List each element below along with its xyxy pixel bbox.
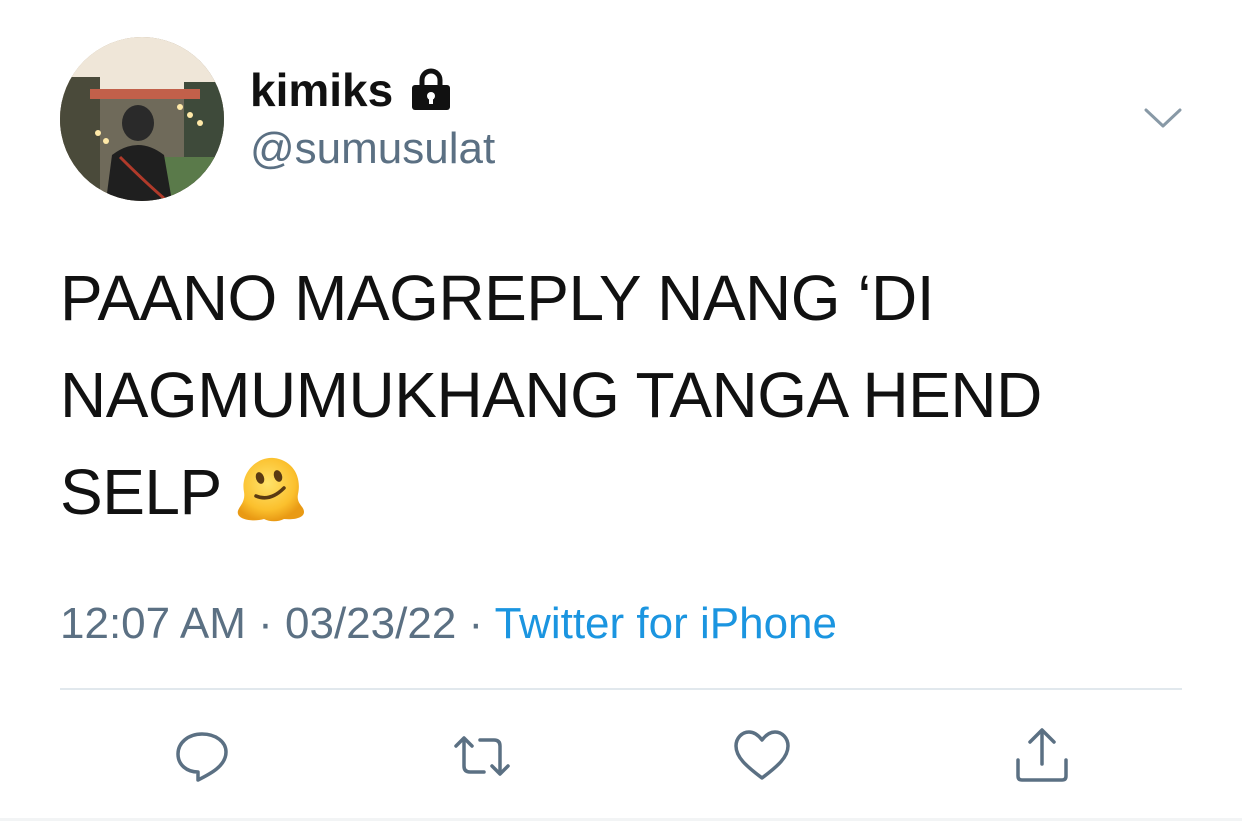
share-button[interactable] [1012,726,1072,786]
chevron-down-icon[interactable] [1142,104,1184,132]
retweet-button[interactable] [452,726,512,786]
tweet-source-link[interactable]: Twitter for iPhone [495,599,837,648]
meta-separator: · [245,599,286,648]
meta-separator: · [456,599,495,648]
tweet-text-line: NAGMUMUKHANG TANGA HEND [60,359,1042,431]
reply-button[interactable] [172,726,232,786]
like-icon [734,730,790,780]
tweet-time: 12:07 AM [60,599,246,648]
tweet-text-line-text: SELP [60,456,222,528]
lock-icon [408,68,454,110]
melting-face-emoji [234,452,306,524]
reply-icon [176,732,228,782]
share-icon [1016,728,1068,782]
user-handle[interactable]: @sumusulat [250,122,495,176]
tweet-date: 03/23/22 [285,599,457,648]
tweet-text: PAANO MAGREPLY NANG ‘DI NAGMUMUKHANG TAN… [60,250,1180,541]
tweet-detail: kimiks @sumusulat PAANO MAGREPLY NANG ‘D… [0,0,1242,821]
like-button[interactable] [732,726,792,786]
tweet-text-line: SELP [60,444,1180,541]
tweet-meta: 12:07 AM · 03/23/22 · Twitter for iPhone [60,597,837,651]
avatar[interactable] [60,37,224,201]
tweet-text-line: PAANO MAGREPLY NANG ‘DI [60,262,935,334]
divider [60,688,1182,690]
retweet-icon [454,736,510,776]
display-name[interactable]: kimiks [250,62,393,118]
avatar-photo [60,37,224,201]
